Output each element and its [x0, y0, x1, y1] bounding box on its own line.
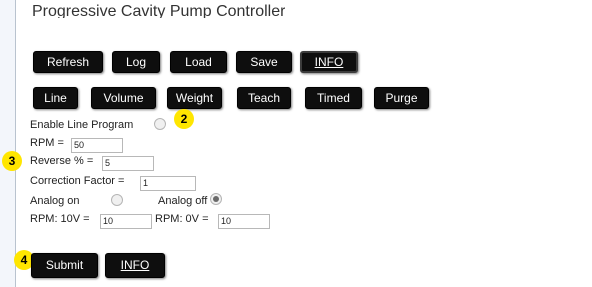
rpm-0v-label: RPM: 0V = [155, 213, 209, 225]
analog-on-radio[interactable] [111, 194, 123, 206]
rpm-10v-input[interactable]: 10 [100, 214, 152, 229]
reverse-percent-label: Reverse % = [30, 155, 94, 167]
info-button-top-label: INFO [314, 55, 344, 69]
correction-factor-label: Correction Factor = [30, 175, 125, 187]
correction-factor-input[interactable]: 1 [140, 176, 196, 191]
load-button[interactable]: Load [170, 51, 227, 73]
analog-on-label: Analog on [30, 195, 80, 207]
volume-button[interactable]: Volume [91, 87, 156, 109]
teach-button[interactable]: Teach [237, 87, 291, 109]
enable-line-program-radio[interactable] [154, 118, 166, 130]
line-button[interactable]: Line [33, 87, 78, 109]
rpm-10v-label: RPM: 10V = [30, 213, 90, 225]
purge-button[interactable]: Purge [374, 87, 429, 109]
info-button-bottom-label: INFO [120, 258, 150, 272]
save-button[interactable]: Save [236, 51, 292, 73]
rpm-input[interactable]: 50 [71, 138, 123, 153]
info-button-top[interactable]: INFO [300, 51, 358, 73]
log-button[interactable]: Log [112, 51, 160, 73]
reverse-percent-input[interactable]: 5 [102, 156, 154, 171]
analog-off-label: Analog off [158, 195, 208, 207]
callout-3-badge: 3 [2, 151, 22, 171]
timed-button[interactable]: Timed [305, 87, 362, 109]
analog-off-radio[interactable] [210, 193, 222, 205]
rpm-0v-input[interactable]: 10 [218, 214, 270, 229]
page-title: Progressive Cavity Pump Controller [32, 4, 286, 18]
refresh-button[interactable]: Refresh [33, 51, 103, 73]
rpm-label: RPM = [30, 137, 64, 149]
callout-2-badge: 2 [174, 109, 194, 129]
submit-button[interactable]: Submit [31, 253, 98, 278]
enable-line-program-label: Enable Line Program [30, 119, 134, 131]
info-button-bottom[interactable]: INFO [105, 253, 165, 278]
weight-button[interactable]: Weight [167, 87, 222, 109]
